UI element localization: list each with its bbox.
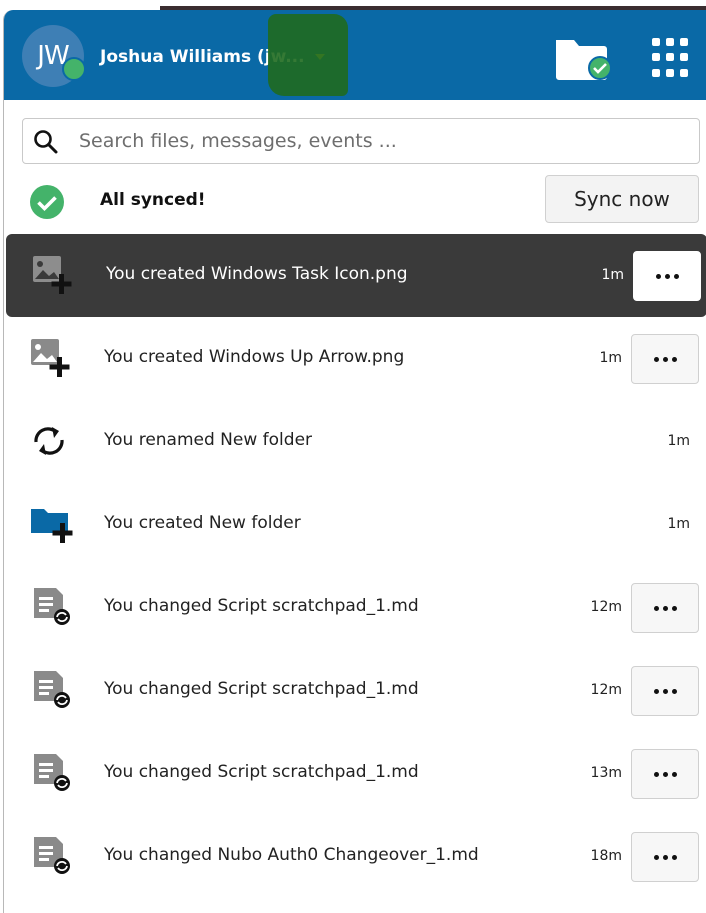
sync-now-button[interactable]: Sync now xyxy=(545,175,699,223)
open-local-folder-button[interactable] xyxy=(554,34,616,82)
activity-time: 18m xyxy=(590,848,622,864)
activity-time: 12m xyxy=(590,682,622,698)
activity-time: 1m xyxy=(601,267,624,283)
more-actions-button[interactable] xyxy=(631,832,699,882)
activity-time: 12m xyxy=(590,599,622,615)
activity-text: You created New folder xyxy=(104,513,301,533)
image-add-icon xyxy=(30,254,80,296)
activity-panel: JW Joshua Williams (jw... Search files, … xyxy=(3,10,706,913)
more-actions-button[interactable] xyxy=(631,583,699,633)
activity-text: You created Windows Up Arrow.png xyxy=(104,347,405,367)
more-actions-button[interactable] xyxy=(631,334,699,384)
apps-menu-button[interactable] xyxy=(652,38,692,78)
folder-add-icon xyxy=(28,503,78,545)
apps-grid-icon xyxy=(652,38,660,46)
more-dots-icon xyxy=(653,688,677,694)
activity-list: You created Windows Task Icon.png 1m You … xyxy=(4,234,706,898)
activity-text: You changed Script scratchpad_1.md xyxy=(104,762,419,782)
online-status-dot xyxy=(62,57,86,81)
redaction-scribble xyxy=(268,14,348,96)
avatar[interactable]: JW xyxy=(22,25,86,87)
activity-text: You renamed New folder xyxy=(104,430,313,450)
file-changed-icon xyxy=(28,752,78,794)
more-dots-icon xyxy=(653,605,677,611)
more-dots-icon xyxy=(653,771,677,777)
activity-text: You changed Nubo Auth0 Changeover_1.md xyxy=(104,845,479,865)
activity-row[interactable]: You created New folder 1m xyxy=(4,483,706,566)
activity-time: 1m xyxy=(599,350,622,366)
activity-text: You created Windows Task Icon.png xyxy=(106,264,408,284)
activity-row[interactable]: You changed Script scratchpad_1.md 12m xyxy=(4,566,706,649)
more-dots-icon xyxy=(655,273,679,279)
sync-status-bar: All synced! Sync now xyxy=(4,174,706,230)
activity-text: You changed Script scratchpad_1.md xyxy=(104,679,419,699)
activity-time: 1m xyxy=(667,433,690,449)
activity-row[interactable]: You changed Nubo Auth0 Changeover_1.md 18… xyxy=(4,815,706,898)
search-input[interactable] xyxy=(77,125,681,157)
sync-status-text: All synced! xyxy=(100,190,206,210)
activity-text: You changed Script scratchpad_1.md xyxy=(104,596,419,616)
more-dots-icon xyxy=(653,356,677,362)
activity-row[interactable]: You changed Script scratchpad_1.md 13m xyxy=(4,732,706,815)
image-add-icon xyxy=(28,337,78,379)
activity-row[interactable]: You created Windows Task Icon.png 1m xyxy=(6,234,706,317)
folder-synced-icon xyxy=(556,40,612,80)
activity-row[interactable]: You changed Script scratchpad_1.md 12m xyxy=(4,649,706,732)
activity-time: 13m xyxy=(590,765,622,781)
file-changed-icon xyxy=(28,835,78,877)
more-actions-button[interactable] xyxy=(631,666,699,716)
check-circle-icon xyxy=(30,185,64,219)
more-actions-button[interactable] xyxy=(631,749,699,799)
activity-row[interactable]: You created Windows Up Arrow.png 1m xyxy=(4,317,706,400)
more-dots-icon xyxy=(653,854,677,860)
more-actions-button[interactable] xyxy=(633,251,701,301)
account-header: JW Joshua Williams (jw... xyxy=(4,10,706,100)
activity-time: 1m xyxy=(667,516,690,532)
search-icon xyxy=(34,130,58,154)
search-box[interactable] xyxy=(22,118,700,164)
file-changed-icon xyxy=(28,586,78,628)
file-changed-icon xyxy=(28,669,78,711)
activity-row[interactable]: You renamed New folder 1m xyxy=(4,400,706,483)
rename-sync-icon xyxy=(28,420,78,462)
